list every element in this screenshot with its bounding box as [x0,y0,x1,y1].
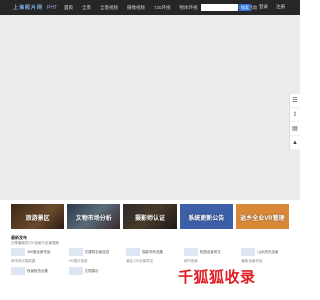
section-subtitle: 分享最新的720全景与全景视频 [11,241,59,245]
tile-label: 摄影师认证 [135,216,166,222]
watermark-text: 千狐狐收录 [178,269,256,286]
list-item[interactable]: 最新全景作品 [241,259,289,264]
list-item[interactable]: 文物展示 [68,267,117,275]
nav-item-panorama[interactable]: 全景 [82,5,91,11]
thumbnail-image [126,248,141,256]
thumbnail-image [11,248,25,256]
search-button[interactable]: 搜索 [239,4,251,11]
nav-item-object-view[interactable]: 物体环视 [180,5,198,11]
list-item[interactable]: 山水风光全景 [241,248,289,256]
list-item[interactable]: 摄影师作品集 [126,248,174,256]
thumbnail-image [68,267,83,275]
item-title: 景区720全景导览 [126,259,154,263]
upload-icon[interactable]: ⇪ [290,108,300,122]
list-item[interactable]: 360度全景作品 [11,248,59,256]
nav-item-panorama-video[interactable]: 全景视频 [100,5,118,11]
nav-item-home[interactable]: 首页 [64,5,73,11]
content-column: 摄影师作品集 景区720全景导览 [126,248,174,300]
list-item[interactable]: 夜景航拍合集 [11,267,59,275]
logo-text: 上海照片网 [13,5,44,11]
item-title: 城市夜景 [183,259,198,263]
list-item[interactable]: VR展厅漫游 [69,259,117,264]
item-title: 校园全景风光 [199,249,221,254]
nav-item-camera-video[interactable]: 摄像视频 [127,5,145,11]
list-item[interactable]: 景区720全景导览 [126,259,174,264]
list-item[interactable]: 城市夜景 [184,259,232,264]
content-column: 古建筑全景巡游 VR展厅漫游 文物展示 [68,248,117,300]
thumbnail-image [183,248,198,256]
item-title: 古建筑全景巡游 [84,249,110,254]
list-item[interactable]: 城市风光摄影集 [11,259,59,264]
search-input[interactable] [201,4,238,11]
document-icon[interactable]: ▤ [290,122,300,136]
item-title: 山水风光全景 [257,249,279,254]
tile-vr-management[interactable]: 返乡全业VR管理 [235,204,290,229]
tile-label: 旅游景区 [25,216,50,222]
arrow-up-icon[interactable]: ▲ [290,136,300,150]
login-link[interactable]: 登录 [259,4,268,10]
content-column: 360度全景作品 城市风光摄影集 夜景航拍合集 [11,248,59,300]
nav-item-720-view[interactable]: 720环视 [154,5,171,11]
list-item[interactable]: 校园全景风光 [183,248,232,256]
tile-system-notice[interactable]: 系统更新公告 [179,204,233,229]
logo-tag: PHT [47,4,58,11]
item-title: 夜景航拍合集 [27,268,48,273]
register-link[interactable]: 注册 [276,4,285,10]
thumbnail-image [11,267,25,275]
top-navigation-bar: 上海照片网 PHT 首页 全景 全景视频 摄像视频 720环视 物体环视 作 者… [0,0,300,15]
thumbnail-image [241,248,256,256]
tile-label: 文物市场分析 [75,216,112,222]
item-title: 360度全景作品 [27,249,51,254]
category-tiles: 旅游景区 文物市场分析 摄影师认证 系统更新公告 返乡全业VR管理 [11,204,290,229]
tile-label: 返乡全业VR管理 [240,216,285,222]
item-title: 摄影师作品集 [142,249,164,254]
item-title: 最新全景作品 [241,259,263,263]
tile-scenic[interactable]: 旅游景区 [11,204,65,229]
list-item[interactable]: 古建筑全景巡游 [68,248,117,256]
item-title: VR展厅漫游 [68,259,88,263]
tile-photographer-cert[interactable]: 摄影师认证 [123,204,177,229]
tile-relics-market[interactable]: 文物市场分析 [67,204,121,229]
tile-label: 系统更新公告 [188,216,225,222]
site-logo[interactable]: 上海照片网 PHT [13,4,57,12]
item-title: 城市风光摄影集 [11,259,36,263]
side-toolbar: ☰ ⇪ ▤ ▲ [289,94,300,150]
watermark-logo: 千狐狐收录 [178,266,256,287]
item-title: 文物展示 [84,268,99,273]
thumbnail-image [68,248,83,256]
hero-banner [0,15,300,200]
list-icon[interactable]: ☰ [290,94,300,108]
